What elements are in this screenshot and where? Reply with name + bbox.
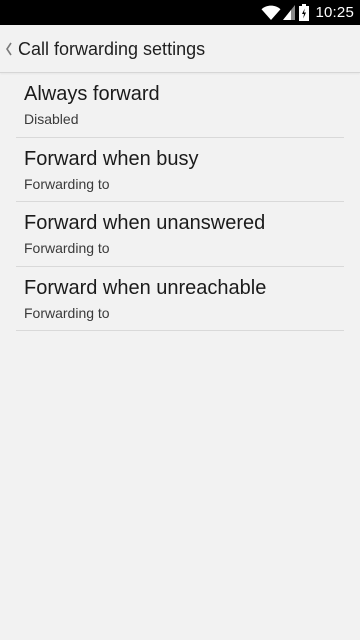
setting-forward-when-unanswered[interactable]: Forward when unanswered Forwarding to: [16, 202, 344, 267]
signal-icon: [283, 5, 296, 20]
wifi-icon: [261, 5, 281, 20]
setting-summary: Forwarding to: [24, 175, 110, 192]
battery-icon: [299, 4, 310, 21]
setting-forward-when-busy[interactable]: Forward when busy Forwarding to: [16, 138, 344, 202]
setting-title: Forward when unanswered: [24, 212, 266, 234]
setting-summary: Disabled: [24, 111, 79, 127]
setting-summary: Forwarding to: [24, 304, 110, 321]
back-button[interactable]: Call forwarding settings: [0, 25, 220, 73]
status-icons: 10:25: [261, 3, 354, 22]
status-time: 10:25: [315, 4, 354, 21]
action-bar: Call forwarding settings: [0, 25, 360, 73]
setting-forward-when-unreachable[interactable]: Forward when unreachable Forwarding to: [16, 267, 344, 331]
page-title: Call forwarding settings: [18, 38, 206, 59]
setting-title: Forward when unreachable: [24, 276, 267, 299]
setting-always-forward[interactable]: Always forward Disabled: [16, 73, 344, 138]
setting-title: Forward when busy: [24, 147, 199, 170]
status-bar: 10:25: [0, 0, 360, 25]
chevron-left-icon: [6, 42, 12, 56]
setting-title: Always forward: [24, 83, 160, 105]
setting-summary: Forwarding to: [24, 240, 110, 256]
settings-list: Always forward Disabled Forward when bus…: [16, 73, 344, 331]
